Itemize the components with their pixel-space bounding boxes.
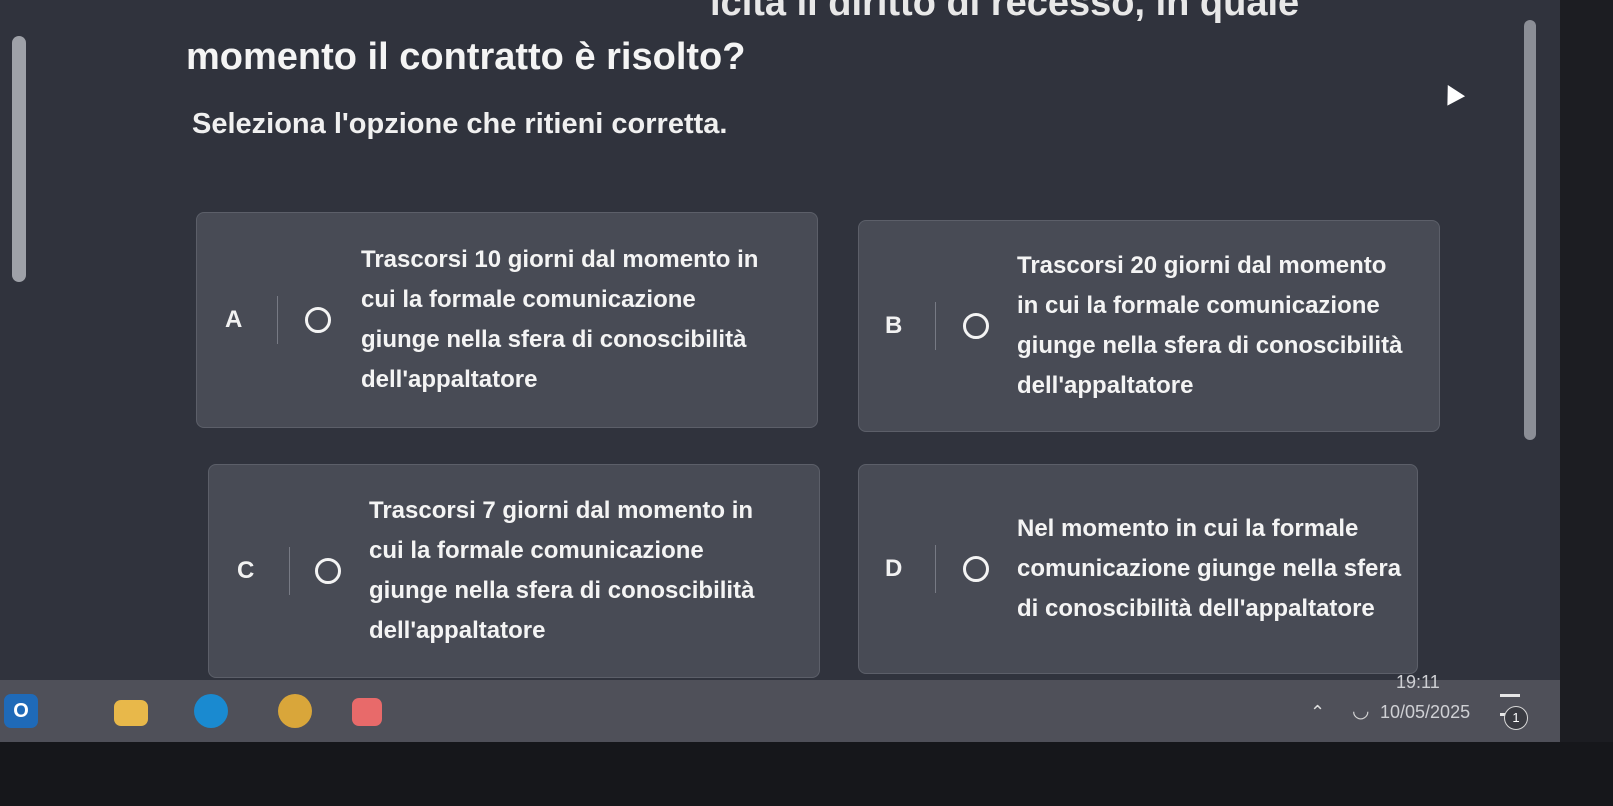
- option-line: giunge nella sfera di conoscibilità: [361, 326, 747, 353]
- option-text: Nel momento in cui la formale comunicazi…: [1017, 509, 1401, 629]
- partial-question-line: icita il diritto di recesso, in quale: [710, 0, 1300, 24]
- option-line: Trascorsi 10 giorni dal momento in: [361, 246, 759, 273]
- option-letter: A: [225, 306, 243, 333]
- option-line: dell'appaltatore: [1017, 372, 1194, 399]
- option-line: dell'appaltatore: [369, 617, 546, 644]
- option-divider: [277, 296, 278, 344]
- option-letter: D: [885, 555, 903, 582]
- option-b[interactable]: B Trascorsi 20 giorni dal momento in cui…: [858, 220, 1440, 432]
- option-line: Nel momento in cui la formale: [1017, 515, 1359, 542]
- option-line: in cui la formale comunicazione: [1017, 292, 1380, 319]
- option-text: Trascorsi 10 giorni dal momento in cui l…: [361, 240, 758, 400]
- option-line: comunicazione giunge nella sfera: [1017, 555, 1402, 582]
- chevron-up-icon[interactable]: ⌃: [1310, 702, 1325, 723]
- left-scrollbar[interactable]: [12, 36, 26, 282]
- option-line: dell'appaltatore: [361, 366, 538, 393]
- option-line: Trascorsi 7 giorni dal momento in: [369, 497, 754, 524]
- file-explorer-icon[interactable]: [114, 700, 148, 726]
- option-d[interactable]: D Nel momento in cui la formale comunica…: [858, 464, 1418, 674]
- option-divider: [935, 302, 936, 350]
- option-divider: [935, 545, 936, 593]
- chrome-icon[interactable]: [278, 694, 312, 728]
- option-divider: [289, 547, 290, 595]
- monitor-bezel-right: [1560, 0, 1613, 742]
- option-letter: B: [885, 312, 903, 339]
- mouse-cursor-icon: [1438, 80, 1466, 106]
- option-line: giunge nella sfera di conoscibilità: [369, 577, 755, 604]
- clock-date[interactable]: 10/05/2025: [1380, 702, 1470, 723]
- radio-button-b[interactable]: [963, 313, 989, 339]
- right-scrollbar[interactable]: [1524, 20, 1536, 440]
- option-text: Trascorsi 7 giorni dal momento in cui la…: [369, 491, 754, 651]
- app-icon[interactable]: [352, 698, 382, 726]
- app-screen: icita il diritto di recesso, in quale mo…: [0, 0, 1560, 680]
- option-a[interactable]: A Trascorsi 10 giorni dal momento in cui…: [196, 212, 818, 428]
- option-line: di conoscibilità dell'appaltatore: [1017, 595, 1375, 622]
- edge-icon[interactable]: [194, 694, 228, 728]
- clock-time[interactable]: 19:11: [1396, 672, 1440, 693]
- option-text: Trascorsi 20 giorni dal momento in cui l…: [1017, 246, 1402, 406]
- notification-badge: 1: [1504, 706, 1528, 730]
- outlook-icon[interactable]: O: [4, 694, 38, 728]
- option-c[interactable]: C Trascorsi 7 giorni dal momento in cui …: [208, 464, 820, 678]
- instruction-text: Seleziona l'opzione che ritieni corretta…: [192, 108, 728, 140]
- radio-button-c[interactable]: [315, 558, 341, 584]
- option-line: cui la formale comunicazione: [369, 537, 704, 564]
- monitor-bezel-bottom: [0, 742, 1613, 806]
- radio-button-d[interactable]: [963, 556, 989, 582]
- option-line: giunge nella sfera di conoscibilità: [1017, 332, 1403, 359]
- windows-taskbar: O ⌃ ◡ 19:11 10/05/2025 1: [0, 672, 1560, 742]
- option-letter: C: [237, 557, 255, 584]
- wifi-icon[interactable]: ◡: [1352, 698, 1369, 723]
- radio-button-a[interactable]: [305, 307, 331, 333]
- option-line: Trascorsi 20 giorni dal momento: [1017, 252, 1387, 279]
- question-text: momento il contratto è risolto?: [186, 36, 746, 78]
- option-line: cui la formale comunicazione: [361, 286, 696, 313]
